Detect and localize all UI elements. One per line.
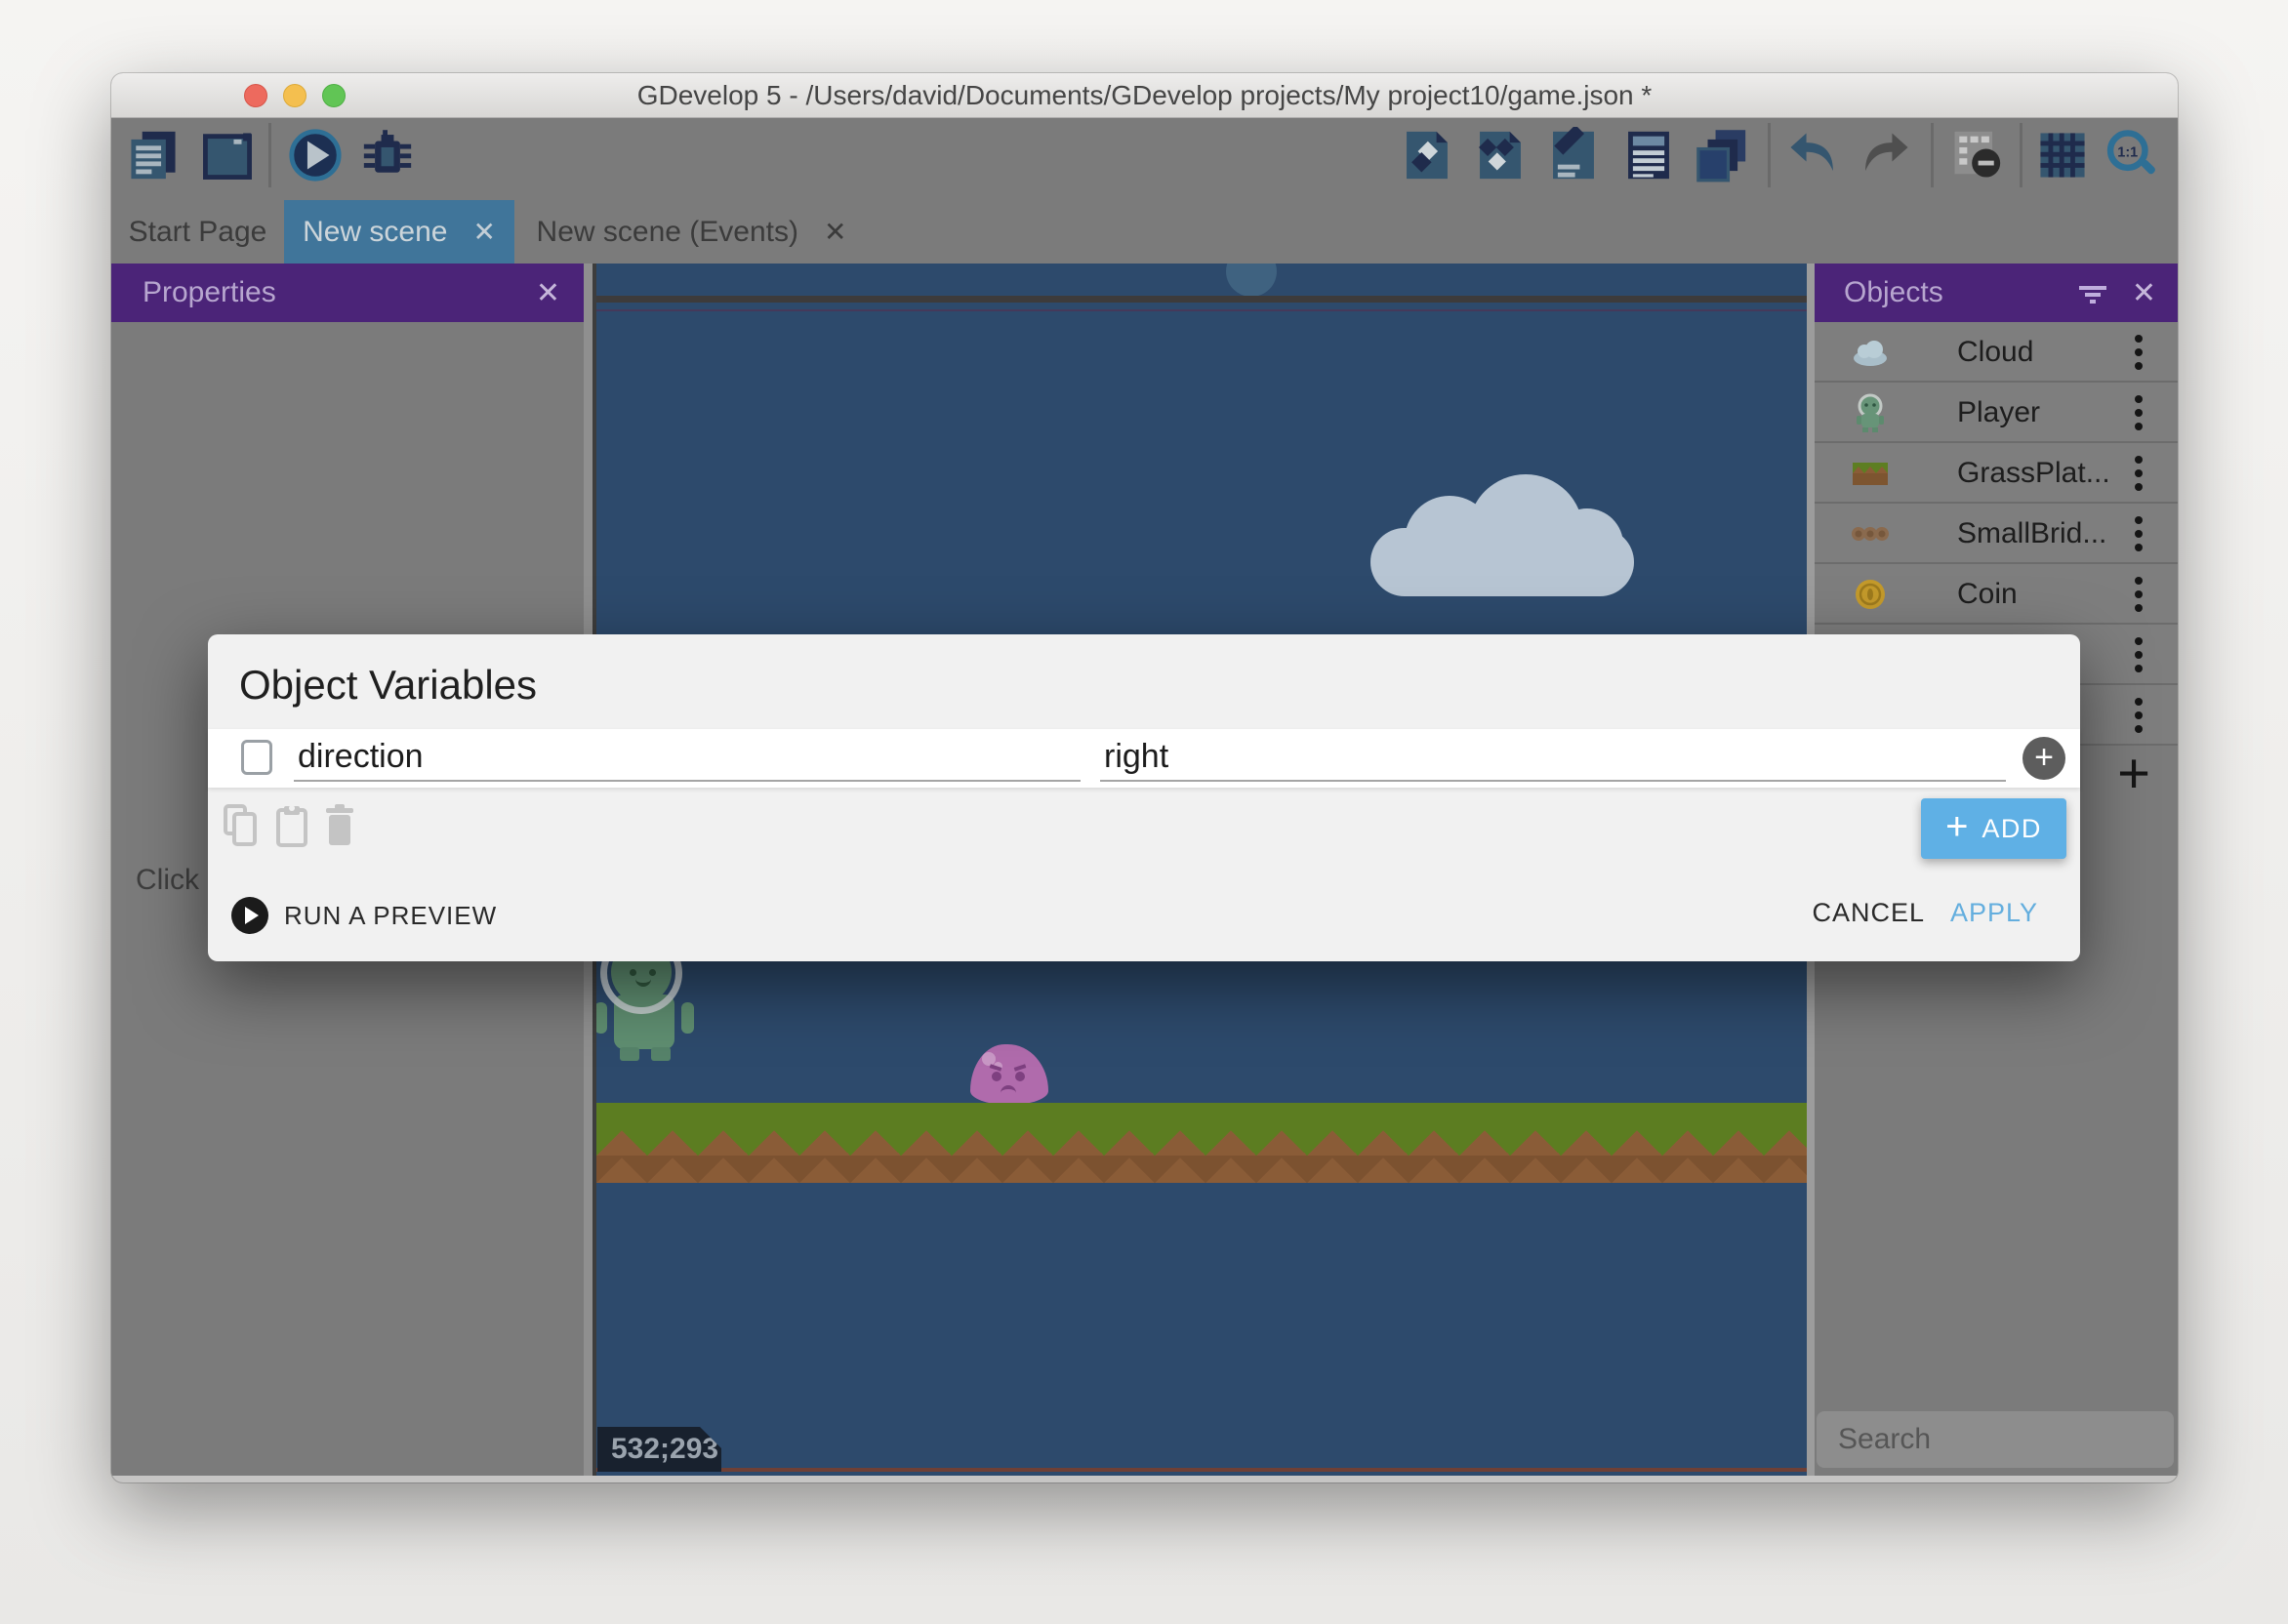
object-menu-icon[interactable] bbox=[2135, 456, 2143, 491]
small-bridge-thumbnail-icon bbox=[1845, 512, 1896, 555]
object-menu-icon[interactable] bbox=[2135, 698, 2143, 733]
object-row-player[interactable]: Player bbox=[1815, 383, 2178, 443]
cloud-object[interactable] bbox=[1370, 474, 1644, 596]
grass-platform-edge bbox=[596, 1130, 1807, 1156]
grass-platform-object[interactable] bbox=[596, 1103, 1807, 1130]
scene-properties-icon[interactable] bbox=[1545, 127, 1602, 183]
toolbar-separator bbox=[268, 123, 271, 187]
tab-label: Start Page bbox=[129, 216, 267, 249]
debug-icon[interactable] bbox=[359, 127, 416, 183]
toolbar-separator bbox=[1768, 123, 1771, 187]
close-panel-icon[interactable]: ✕ bbox=[536, 276, 560, 310]
variable-name-input[interactable] bbox=[294, 735, 1081, 782]
instances-list-icon[interactable] bbox=[1620, 127, 1677, 183]
tab-new-scene[interactable]: New scene ✕ bbox=[284, 200, 514, 264]
object-row-cloud[interactable]: Cloud bbox=[1815, 322, 2178, 383]
project-manager-icon[interactable] bbox=[125, 127, 182, 183]
filter-icon[interactable] bbox=[2075, 275, 2110, 310]
dialog-title: Object Variables bbox=[239, 662, 537, 709]
scene-bottom-border bbox=[596, 1468, 1807, 1472]
properties-panel-title: Properties bbox=[143, 276, 276, 309]
scene-top-border bbox=[596, 296, 1807, 303]
variable-row: + bbox=[208, 729, 2080, 788]
objects-search-input[interactable] bbox=[1817, 1423, 2178, 1456]
object-row-coin[interactable]: Coin bbox=[1815, 564, 2178, 625]
play-preview-icon[interactable] bbox=[287, 127, 344, 183]
cursor-coordinates-badge: 532;293 bbox=[597, 1427, 721, 1472]
svg-text:1:1: 1:1 bbox=[2117, 145, 2138, 161]
object-row-smallbridge[interactable]: SmallBrid... bbox=[1815, 504, 2178, 564]
objects-editor-icon[interactable] bbox=[1399, 127, 1455, 183]
copy-icon[interactable] bbox=[222, 802, 261, 849]
object-row-grassplatform[interactable]: GrassPlat... bbox=[1815, 443, 2178, 504]
mask-render-icon[interactable] bbox=[1948, 127, 2005, 183]
object-menu-icon[interactable] bbox=[2135, 516, 2143, 551]
object-menu-icon[interactable] bbox=[2135, 335, 2143, 370]
tab-label: New scene (Events) bbox=[537, 216, 798, 249]
grid-icon[interactable] bbox=[2034, 127, 2091, 183]
zoom-window-button[interactable] bbox=[322, 84, 346, 107]
grass-platform-thumbnail-icon bbox=[1845, 452, 1896, 495]
toolbar-separator bbox=[2020, 123, 2022, 187]
scene-guide-line bbox=[596, 309, 1807, 311]
close-tab-icon[interactable]: ✕ bbox=[824, 216, 846, 248]
window-title: GDevelop 5 - /Users/david/Documents/GDev… bbox=[404, 73, 1885, 118]
add-object-icon[interactable]: + bbox=[2117, 746, 2150, 806]
tab-start-page[interactable]: Start Page bbox=[111, 200, 284, 264]
layers-editor-icon[interactable] bbox=[1694, 127, 1750, 183]
variable-toolbar bbox=[222, 802, 356, 849]
object-menu-icon[interactable] bbox=[2135, 637, 2143, 672]
tab-new-scene-events[interactable]: New scene (Events) ✕ bbox=[514, 200, 869, 264]
paste-icon[interactable] bbox=[272, 802, 311, 849]
toolbar-separator bbox=[1931, 123, 1934, 187]
toolbar: 1:1 bbox=[111, 118, 2178, 200]
coin-thumbnail-icon bbox=[1845, 573, 1896, 616]
delete-icon[interactable] bbox=[323, 802, 356, 849]
bubble-object[interactable] bbox=[1226, 264, 1277, 297]
run-preview-button[interactable]: RUN A PREVIEW bbox=[231, 897, 497, 934]
slime-enemy-object[interactable] bbox=[970, 1044, 1048, 1105]
variable-checkbox[interactable] bbox=[241, 740, 272, 775]
objects-search-bar bbox=[1817, 1411, 2174, 1468]
dirt-platform-object bbox=[596, 1156, 1807, 1183]
undo-icon[interactable] bbox=[1784, 127, 1841, 183]
tab-label: New scene bbox=[303, 216, 447, 249]
cancel-button[interactable]: CANCEL bbox=[1812, 898, 1925, 928]
window-bottom-edge bbox=[111, 1476, 2178, 1482]
add-child-variable-icon[interactable]: + bbox=[2022, 737, 2065, 780]
titlebar: GDevelop 5 - /Users/david/Documents/GDev… bbox=[111, 73, 2178, 118]
play-circle-icon bbox=[231, 897, 268, 934]
object-menu-icon[interactable] bbox=[2135, 395, 2143, 430]
properties-panel-header: Properties ✕ bbox=[111, 264, 584, 322]
object-menu-icon[interactable] bbox=[2135, 577, 2143, 612]
minimize-window-button[interactable] bbox=[283, 84, 306, 107]
scene-window-icon[interactable] bbox=[199, 127, 256, 183]
tab-bar: Start Page New scene ✕ New scene (Events… bbox=[111, 200, 2178, 264]
close-panel-icon[interactable]: ✕ bbox=[2132, 276, 2156, 310]
objects-panel-title: Objects bbox=[1844, 276, 1943, 309]
objects-panel-header: Objects ✕ bbox=[1815, 264, 2178, 322]
redo-icon[interactable] bbox=[1858, 127, 1914, 183]
add-variable-button[interactable]: + ADD bbox=[1921, 798, 2066, 859]
player-thumbnail-icon bbox=[1845, 391, 1896, 434]
cloud-thumbnail-icon bbox=[1845, 331, 1896, 374]
object-variables-dialog: Object Variables + + ADD RUN A PREVIEW C… bbox=[208, 634, 2080, 961]
close-window-button[interactable] bbox=[244, 84, 267, 107]
object-groups-icon[interactable] bbox=[1472, 127, 1529, 183]
zoom-1-1-icon[interactable]: 1:1 bbox=[2103, 127, 2159, 183]
apply-button[interactable]: APPLY bbox=[1950, 898, 2038, 928]
plus-icon: + bbox=[1945, 805, 1968, 849]
variable-value-input[interactable] bbox=[1100, 735, 2006, 782]
close-tab-icon[interactable]: ✕ bbox=[472, 216, 495, 248]
